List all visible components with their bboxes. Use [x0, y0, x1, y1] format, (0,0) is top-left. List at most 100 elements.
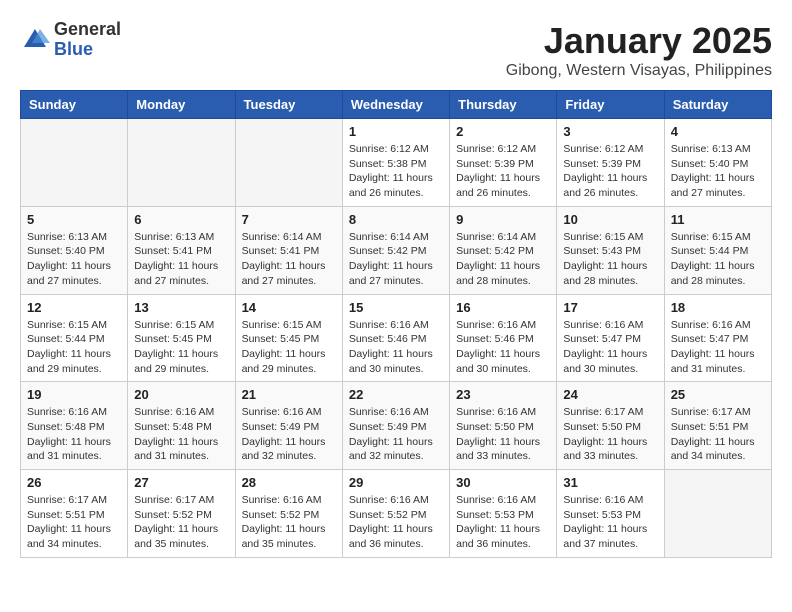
day-detail: Sunrise: 6:17 AMSunset: 5:51 PMDaylight:… — [671, 405, 765, 464]
table-row — [664, 470, 771, 558]
day-detail: Sunrise: 6:16 AMSunset: 5:48 PMDaylight:… — [134, 405, 228, 464]
day-detail: Sunrise: 6:14 AMSunset: 5:42 PMDaylight:… — [349, 230, 443, 289]
day-number: 31 — [563, 475, 657, 490]
table-row: 12 Sunrise: 6:15 AMSunset: 5:44 PMDaylig… — [21, 294, 128, 382]
header-saturday: Saturday — [664, 91, 771, 119]
day-detail: Sunrise: 6:16 AMSunset: 5:53 PMDaylight:… — [563, 493, 657, 552]
day-number: 24 — [563, 387, 657, 402]
day-number: 14 — [242, 300, 336, 315]
day-detail: Sunrise: 6:16 AMSunset: 5:47 PMDaylight:… — [563, 318, 657, 377]
calendar-week-row: 26 Sunrise: 6:17 AMSunset: 5:51 PMDaylig… — [21, 470, 772, 558]
day-detail: Sunrise: 6:17 AMSunset: 5:51 PMDaylight:… — [27, 493, 121, 552]
day-detail: Sunrise: 6:17 AMSunset: 5:52 PMDaylight:… — [134, 493, 228, 552]
day-number: 28 — [242, 475, 336, 490]
title-area: January 2025 Gibong, Western Visayas, Ph… — [506, 20, 772, 80]
table-row: 31 Sunrise: 6:16 AMSunset: 5:53 PMDaylig… — [557, 470, 664, 558]
table-row: 28 Sunrise: 6:16 AMSunset: 5:52 PMDaylig… — [235, 470, 342, 558]
table-row: 25 Sunrise: 6:17 AMSunset: 5:51 PMDaylig… — [664, 382, 771, 470]
logo-icon — [20, 25, 50, 55]
table-row — [21, 119, 128, 207]
table-row: 8 Sunrise: 6:14 AMSunset: 5:42 PMDayligh… — [342, 206, 449, 294]
table-row: 16 Sunrise: 6:16 AMSunset: 5:46 PMDaylig… — [450, 294, 557, 382]
month-title: January 2025 — [506, 20, 772, 62]
day-number: 2 — [456, 124, 550, 139]
table-row — [235, 119, 342, 207]
day-number: 16 — [456, 300, 550, 315]
weekday-header-row: Sunday Monday Tuesday Wednesday Thursday… — [21, 91, 772, 119]
table-row: 4 Sunrise: 6:13 AMSunset: 5:40 PMDayligh… — [664, 119, 771, 207]
day-detail: Sunrise: 6:12 AMSunset: 5:39 PMDaylight:… — [456, 142, 550, 201]
header-wednesday: Wednesday — [342, 91, 449, 119]
day-number: 13 — [134, 300, 228, 315]
header-sunday: Sunday — [21, 91, 128, 119]
calendar-week-row: 5 Sunrise: 6:13 AMSunset: 5:40 PMDayligh… — [21, 206, 772, 294]
day-detail: Sunrise: 6:15 AMSunset: 5:44 PMDaylight:… — [27, 318, 121, 377]
table-row: 9 Sunrise: 6:14 AMSunset: 5:42 PMDayligh… — [450, 206, 557, 294]
day-detail: Sunrise: 6:16 AMSunset: 5:47 PMDaylight:… — [671, 318, 765, 377]
header-friday: Friday — [557, 91, 664, 119]
day-detail: Sunrise: 6:16 AMSunset: 5:52 PMDaylight:… — [349, 493, 443, 552]
table-row: 17 Sunrise: 6:16 AMSunset: 5:47 PMDaylig… — [557, 294, 664, 382]
day-detail: Sunrise: 6:16 AMSunset: 5:49 PMDaylight:… — [242, 405, 336, 464]
table-row: 15 Sunrise: 6:16 AMSunset: 5:46 PMDaylig… — [342, 294, 449, 382]
day-detail: Sunrise: 6:17 AMSunset: 5:50 PMDaylight:… — [563, 405, 657, 464]
header-monday: Monday — [128, 91, 235, 119]
calendar-week-row: 1 Sunrise: 6:12 AMSunset: 5:38 PMDayligh… — [21, 119, 772, 207]
header-tuesday: Tuesday — [235, 91, 342, 119]
day-detail: Sunrise: 6:15 AMSunset: 5:45 PMDaylight:… — [242, 318, 336, 377]
day-number: 23 — [456, 387, 550, 402]
table-row: 29 Sunrise: 6:16 AMSunset: 5:52 PMDaylig… — [342, 470, 449, 558]
day-number: 25 — [671, 387, 765, 402]
calendar-week-row: 19 Sunrise: 6:16 AMSunset: 5:48 PMDaylig… — [21, 382, 772, 470]
day-number: 26 — [27, 475, 121, 490]
day-detail: Sunrise: 6:13 AMSunset: 5:40 PMDaylight:… — [27, 230, 121, 289]
table-row: 21 Sunrise: 6:16 AMSunset: 5:49 PMDaylig… — [235, 382, 342, 470]
day-number: 30 — [456, 475, 550, 490]
day-detail: Sunrise: 6:16 AMSunset: 5:53 PMDaylight:… — [456, 493, 550, 552]
day-detail: Sunrise: 6:16 AMSunset: 5:52 PMDaylight:… — [242, 493, 336, 552]
day-detail: Sunrise: 6:12 AMSunset: 5:38 PMDaylight:… — [349, 142, 443, 201]
table-row: 7 Sunrise: 6:14 AMSunset: 5:41 PMDayligh… — [235, 206, 342, 294]
day-number: 4 — [671, 124, 765, 139]
day-number: 1 — [349, 124, 443, 139]
day-number: 12 — [27, 300, 121, 315]
day-number: 3 — [563, 124, 657, 139]
table-row: 14 Sunrise: 6:15 AMSunset: 5:45 PMDaylig… — [235, 294, 342, 382]
day-detail: Sunrise: 6:16 AMSunset: 5:46 PMDaylight:… — [349, 318, 443, 377]
day-detail: Sunrise: 6:16 AMSunset: 5:50 PMDaylight:… — [456, 405, 550, 464]
day-number: 11 — [671, 212, 765, 227]
day-number: 9 — [456, 212, 550, 227]
table-row: 6 Sunrise: 6:13 AMSunset: 5:41 PMDayligh… — [128, 206, 235, 294]
day-detail: Sunrise: 6:14 AMSunset: 5:41 PMDaylight:… — [242, 230, 336, 289]
day-detail: Sunrise: 6:14 AMSunset: 5:42 PMDaylight:… — [456, 230, 550, 289]
day-detail: Sunrise: 6:15 AMSunset: 5:43 PMDaylight:… — [563, 230, 657, 289]
day-detail: Sunrise: 6:16 AMSunset: 5:48 PMDaylight:… — [27, 405, 121, 464]
table-row: 18 Sunrise: 6:16 AMSunset: 5:47 PMDaylig… — [664, 294, 771, 382]
day-number: 7 — [242, 212, 336, 227]
day-number: 18 — [671, 300, 765, 315]
calendar-week-row: 12 Sunrise: 6:15 AMSunset: 5:44 PMDaylig… — [21, 294, 772, 382]
day-number: 6 — [134, 212, 228, 227]
table-row: 22 Sunrise: 6:16 AMSunset: 5:49 PMDaylig… — [342, 382, 449, 470]
day-number: 10 — [563, 212, 657, 227]
day-number: 22 — [349, 387, 443, 402]
table-row: 10 Sunrise: 6:15 AMSunset: 5:43 PMDaylig… — [557, 206, 664, 294]
table-row: 1 Sunrise: 6:12 AMSunset: 5:38 PMDayligh… — [342, 119, 449, 207]
table-row: 24 Sunrise: 6:17 AMSunset: 5:50 PMDaylig… — [557, 382, 664, 470]
day-detail: Sunrise: 6:16 AMSunset: 5:49 PMDaylight:… — [349, 405, 443, 464]
logo-text: General Blue — [54, 20, 121, 60]
logo-general-text: General — [54, 20, 121, 40]
table-row: 2 Sunrise: 6:12 AMSunset: 5:39 PMDayligh… — [450, 119, 557, 207]
day-number: 8 — [349, 212, 443, 227]
table-row: 26 Sunrise: 6:17 AMSunset: 5:51 PMDaylig… — [21, 470, 128, 558]
table-row: 5 Sunrise: 6:13 AMSunset: 5:40 PMDayligh… — [21, 206, 128, 294]
day-detail: Sunrise: 6:12 AMSunset: 5:39 PMDaylight:… — [563, 142, 657, 201]
day-number: 29 — [349, 475, 443, 490]
day-number: 27 — [134, 475, 228, 490]
table-row — [128, 119, 235, 207]
day-number: 5 — [27, 212, 121, 227]
day-number: 20 — [134, 387, 228, 402]
page-header: General Blue January 2025 Gibong, Wester… — [20, 20, 772, 80]
day-detail: Sunrise: 6:13 AMSunset: 5:40 PMDaylight:… — [671, 142, 765, 201]
day-detail: Sunrise: 6:15 AMSunset: 5:44 PMDaylight:… — [671, 230, 765, 289]
